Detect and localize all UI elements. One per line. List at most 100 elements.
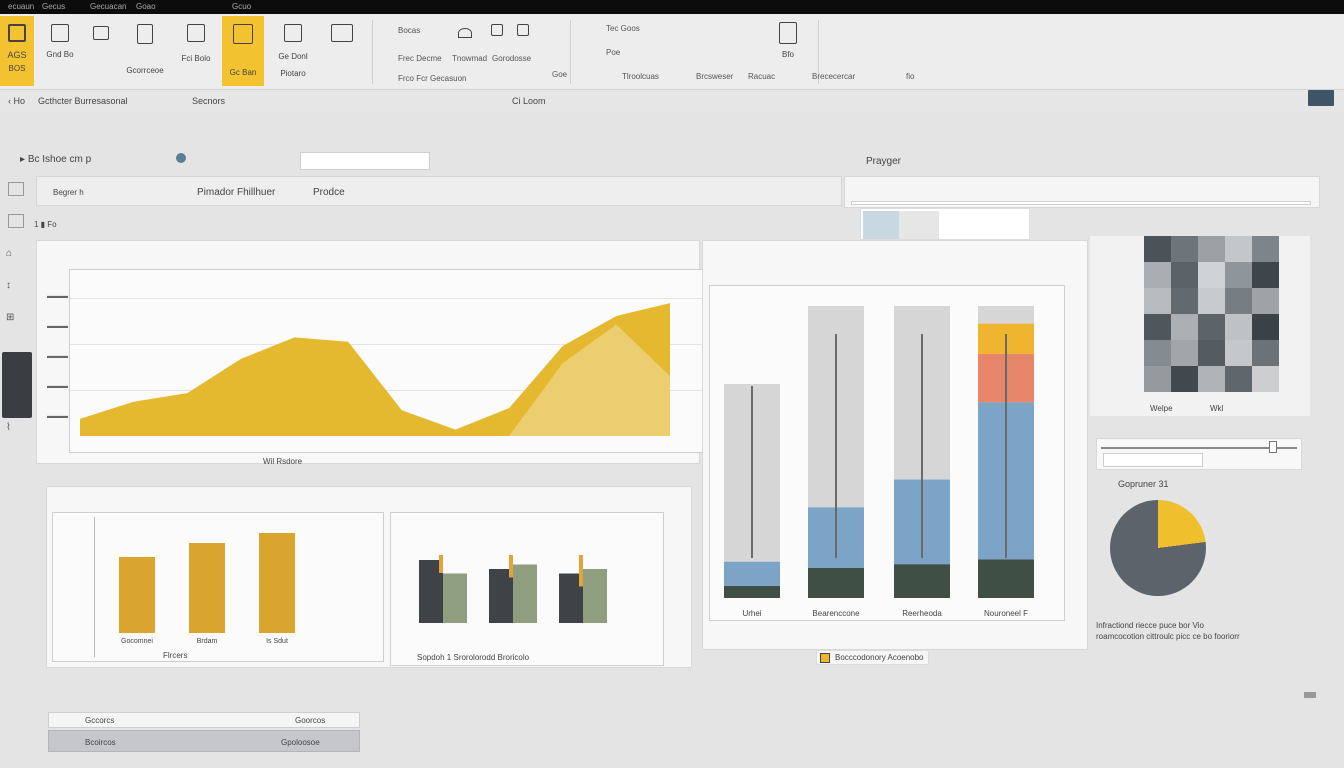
view-toggle-button[interactable] — [1308, 90, 1334, 106]
stacked-segment[interactable] — [978, 559, 1034, 598]
ribbon-text-5[interactable]: Frco Fcr Gecasuon — [398, 74, 466, 83]
heatmap-footer: Welpe — [1150, 404, 1173, 413]
ribbon-button-main[interactable]: AGS BOS — [0, 16, 34, 86]
ribbon-text-12[interactable]: Brececercar — [812, 72, 855, 81]
scroll-grip[interactable] — [1304, 692, 1316, 698]
slider-card[interactable] — [1096, 438, 1302, 470]
model-view-icon[interactable]: ⊞ — [6, 312, 14, 323]
page-icon — [137, 24, 153, 44]
area-chart-panel[interactable]: ▬▬▬ ▬▬▬ ▬▬▬ ▬▬▬ ▬▬▬ Wil Rsdore — [36, 240, 707, 466]
ribbon-text-7[interactable]: Tec Goos — [606, 24, 640, 33]
ribbon-button-measure[interactable] — [516, 24, 530, 40]
ribbon-text-8[interactable]: Poe — [606, 48, 620, 57]
ribbon-text-3[interactable]: Tnowmad — [452, 54, 487, 63]
heatmap-cell — [1225, 236, 1252, 262]
breadcrumb-path[interactable]: Gcthcter Burresasonal — [38, 96, 128, 106]
area-chart-title: Wil Rsdore — [263, 457, 303, 466]
measure-icon — [517, 24, 529, 36]
active-view-tab[interactable] — [2, 352, 32, 418]
heatmap-cell — [1198, 288, 1225, 314]
breadcrumb-center[interactable]: Ci Loom — [512, 96, 546, 106]
heatmap-cell — [1171, 262, 1198, 288]
ribbon-button-calc[interactable] — [490, 24, 504, 40]
ribbon-button-text[interactable]: Ge Donl Piotaro — [270, 20, 316, 84]
ribbon-button-transform[interactable]: Gcorrceoe — [120, 20, 170, 84]
preview-scrollbar[interactable] — [851, 201, 1311, 205]
ribbon-button-export[interactable]: Bfo — [776, 22, 800, 59]
color-bar-legend: Sopdoh 1 Srorolorodd Broricolo — [417, 653, 530, 662]
color-bar[interactable] — [583, 569, 607, 623]
data-view-icon[interactable]: ↕ — [6, 280, 11, 291]
heatmap-cell — [1252, 236, 1279, 262]
ribbon-text-10[interactable]: Brcsweser — [696, 72, 733, 81]
breadcrumb-view[interactable]: Secnors — [192, 96, 225, 106]
menu-insert[interactable]: Gecuacan — [90, 2, 126, 11]
bar-chart-footer: Flrcers — [163, 651, 188, 660]
menu-view[interactable]: Gcuo — [232, 2, 251, 11]
ribbon-text-2[interactable]: Frec Decme — [398, 54, 442, 63]
ribbon-text-6[interactable]: Goe — [552, 70, 567, 79]
stacked-segment[interactable] — [808, 567, 864, 598]
heatmap-cell — [1252, 314, 1279, 340]
back-button[interactable]: ‹ Ho — [8, 96, 25, 106]
ribbon-text-1[interactable]: Bocas — [398, 26, 420, 35]
visual-icon — [187, 24, 205, 42]
dax-view-icon[interactable]: ⌇ — [6, 422, 11, 433]
footer-tab[interactable]: Bcoircos — [85, 738, 116, 747]
page-icon-left[interactable] — [8, 214, 24, 228]
stacked-segment[interactable] — [724, 585, 780, 598]
heatmap-cell — [1198, 366, 1225, 392]
accent-bar — [439, 555, 443, 573]
menu-file[interactable]: ecuaun — [8, 2, 34, 11]
y-tick: ▬▬▬ — [47, 353, 68, 360]
ribbon-text-9[interactable]: Tlroolcuas — [622, 72, 659, 81]
pie-chart[interactable] — [1110, 500, 1206, 596]
menu-modeling[interactable]: Goao — [136, 2, 156, 11]
ribbon-text-11[interactable]: Racuac — [748, 72, 775, 81]
color-bar[interactable] — [443, 573, 467, 624]
slider-thumb[interactable] — [1269, 441, 1277, 453]
ribbon-text-13[interactable]: fio — [906, 72, 914, 81]
menu-home[interactable]: Gecus — [42, 2, 65, 11]
pie-caption: Infractiond riecce puce bor Vio roamcoco… — [1096, 621, 1240, 641]
slider-label: Gopruner 31 — [1118, 479, 1169, 489]
heatmap-cell — [1225, 366, 1252, 392]
ribbon-button-new-visual[interactable]: Fci Bolo — [176, 20, 216, 84]
calc-icon — [491, 24, 503, 36]
heatmap-cell — [1252, 366, 1279, 392]
footer-tab[interactable]: Goorcos — [295, 716, 325, 725]
ribbon-button-publish[interactable]: Gc Ban — [222, 16, 264, 86]
row-count: 1 ▮ Fo — [34, 220, 57, 229]
y-tick: ▬▬▬ — [47, 383, 68, 390]
stacked-segment[interactable] — [894, 564, 950, 598]
footer-tab[interactable]: Gccorcs — [85, 716, 114, 725]
report-view-icon[interactable]: ⌂ — [6, 248, 12, 259]
bar[interactable] — [259, 533, 295, 633]
search-input[interactable] — [300, 152, 430, 170]
ribbon-button-get-data[interactable]: Gnd Bo — [40, 20, 80, 84]
ribbon-text-4[interactable]: Gorodosse — [492, 54, 531, 63]
heatmap-cell — [1171, 340, 1198, 366]
stacked-segment[interactable] — [724, 561, 780, 586]
y-tick: ▬▬▬ — [47, 323, 68, 330]
heatmap-footer-right: Wkl — [1210, 404, 1224, 413]
heatmap-cell — [1225, 314, 1252, 340]
ribbon-button-shapes[interactable] — [322, 20, 362, 84]
filter-icon[interactable] — [8, 182, 24, 196]
bar[interactable] — [119, 557, 155, 633]
preview-title: Prayger — [866, 156, 902, 167]
bar-chart-card[interactable]: Gocomnei Brdam Is Sdut Flrcers — [52, 512, 384, 662]
heatmap-cell — [1171, 314, 1198, 340]
footer-tab[interactable]: Gpoloosoe — [281, 738, 320, 747]
slider-input[interactable] — [1103, 453, 1203, 467]
heatmap-card[interactable]: Welpe Wkl — [1090, 236, 1310, 416]
bar[interactable] — [189, 543, 225, 633]
ribbon-button-table[interactable] — [86, 20, 116, 84]
color-bar[interactable] — [513, 564, 537, 624]
stacked-label: Reerheoda — [902, 609, 942, 618]
color-bar-chart-card[interactable]: Sopdoh 1 Srorolorodd Broricolo — [390, 512, 664, 666]
stacked-chart-panel[interactable]: Urhei Bearenccone Reerheoda Nouroneel F — [702, 240, 1088, 650]
area-chart-svg — [80, 303, 670, 436]
ribbon-button-hanger[interactable] — [456, 24, 474, 44]
y-tick: ▬▬▬ — [47, 413, 68, 420]
